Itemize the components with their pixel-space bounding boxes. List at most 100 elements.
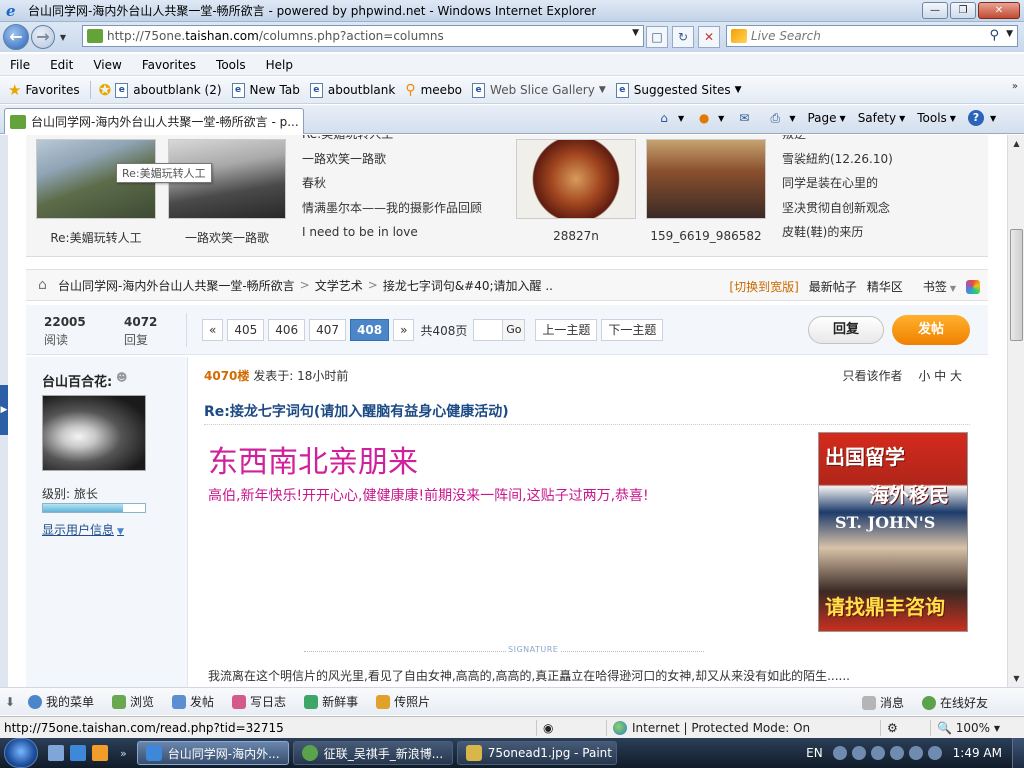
online-friends-button[interactable]: 在线好友 [921, 694, 988, 711]
next-topic-button[interactable]: 下一主题 [601, 319, 664, 341]
fav-web-slice-gallery[interactable]: e Web Slice Gallery ▼ [472, 82, 606, 98]
home-button[interactable]: ⌂ ▼ [656, 110, 684, 126]
clock[interactable]: 1:49 AM [953, 746, 1002, 760]
help-menu[interactable]: ? ▼ [967, 110, 996, 126]
fav-suggested-sites[interactable]: e Suggested Sites ▼ [615, 82, 742, 98]
refresh-icon[interactable]: ↻ [672, 26, 694, 48]
new-post-shortcut[interactable]: 发帖 [172, 693, 214, 710]
menu-view[interactable]: View [83, 58, 131, 72]
maximize-button[interactable]: ❐ [950, 2, 976, 19]
search-icon[interactable]: ⚲ [989, 28, 999, 43]
latest-posts-link[interactable]: 最新帖子 [809, 278, 857, 295]
read-mail-button[interactable]: ✉ [736, 110, 755, 126]
gallery-caption-4[interactable]: 159_6619_986582 [646, 229, 766, 243]
favorites-button[interactable]: Favorites [25, 83, 79, 97]
gallery-list-item[interactable]: 春秋 [302, 171, 482, 196]
minimize-button[interactable]: — [922, 2, 948, 19]
back-button[interactable]: ← [3, 24, 29, 50]
scroll-thumb[interactable] [1010, 229, 1023, 341]
scroll-up-icon[interactable]: ▲ [1008, 135, 1024, 152]
pager-page[interactable]: 406 [268, 319, 306, 341]
menu-edit[interactable]: Edit [40, 58, 83, 72]
address-dropdown-icon[interactable]: ▼ [632, 28, 639, 38]
bookmark-menu[interactable]: 书签 ▼ [913, 278, 956, 295]
feeds-button[interactable]: ● ▼ [696, 110, 724, 126]
safety-menu[interactable]: Safety ▼ [858, 111, 906, 125]
go-button[interactable]: Go [503, 319, 526, 341]
pager-next[interactable]: » [393, 319, 415, 341]
pager-page[interactable]: 407 [309, 319, 347, 341]
zoom-control[interactable]: 🔍 100% ▼ [930, 720, 1020, 736]
tray-icon[interactable] [832, 746, 847, 760]
pager-page[interactable]: 405 [227, 319, 265, 341]
prev-topic-button[interactable]: 上一主题 [535, 319, 598, 341]
media-player-icon[interactable] [92, 745, 108, 761]
gallery-caption-2[interactable]: 一路欢笑一路歌 [168, 229, 286, 246]
gallery-list-item[interactable]: Re:美媚玩转人工 [302, 135, 482, 147]
gallery-caption-3[interactable]: 28827n [516, 229, 636, 243]
quicklaunch-more-icon[interactable]: » [120, 747, 127, 760]
network-icon[interactable] [908, 746, 923, 760]
taskbar-item-paint[interactable]: 75onead1.jpg - Paint [456, 741, 617, 765]
gallery-photo-3[interactable] [516, 139, 636, 219]
privacy-icon[interactable]: ◉ [536, 720, 606, 736]
write-diary-button[interactable]: 写日志 [232, 693, 286, 710]
gallery-caption-1[interactable]: Re:美媚玩转人工 [36, 229, 156, 246]
close-window-button[interactable]: ✕ [978, 2, 1020, 19]
gallery-list-item[interactable]: 同学是装在心里的 [782, 171, 893, 196]
menu-tools[interactable]: Tools [206, 58, 256, 72]
tray-icon[interactable] [851, 746, 866, 760]
download-icon[interactable]: ⬇ [0, 695, 20, 709]
font-size-links[interactable]: 小 中 大 [918, 369, 962, 383]
breadcrumb-item-site[interactable]: 台山同学网-海内外台山人共聚一堂-畅所欲言 [58, 277, 295, 294]
recent-pages-chevron-icon[interactable]: ▼ [57, 33, 69, 42]
my-menu-button[interactable]: 我的菜单 [28, 693, 94, 710]
theme-color-icon[interactable] [966, 279, 980, 294]
fav-aboutblank[interactable]: e aboutblank [309, 82, 395, 98]
browser-tab[interactable]: 台山同学网-海内外台山人共聚一堂-畅所欲言 - p... [4, 108, 304, 134]
sidebar-toggle-icon[interactable]: ▶ [0, 385, 8, 435]
gallery-list-item[interactable]: 皮鞋(鞋)的来历 [782, 220, 893, 245]
fav-aboutblank-2[interactable]: e aboutblank (2) [115, 82, 222, 98]
breadcrumb-item-thread[interactable]: 接龙七字词句&#40;请加入醒 .. [383, 277, 553, 294]
forward-button[interactable]: → [31, 25, 55, 49]
scroll-down-icon[interactable]: ▼ [1008, 670, 1024, 687]
gallery-list-item[interactable]: 情满墨尔本——我的摄影作品回顾 [302, 196, 482, 221]
security-zone[interactable]: Internet | Protected Mode: On [606, 720, 876, 736]
language-indicator[interactable]: EN [806, 746, 823, 760]
reply-button[interactable]: 回复 [808, 316, 884, 344]
ad-banner[interactable]: 出国留学 海外移民 ST. JOHN'S 请找鼎丰咨询 [818, 432, 968, 632]
search-box[interactable]: Live Search ⚲ ▼ [726, 25, 1018, 47]
taskbar-item-ie[interactable]: 台山同学网-海内外... [136, 741, 289, 765]
menu-file[interactable]: File [0, 58, 40, 72]
ie-quicklaunch-icon[interactable] [70, 745, 86, 761]
vertical-scrollbar[interactable]: ▲ ▼ [1007, 135, 1024, 687]
protected-mode-icon[interactable]: ⚙ [880, 720, 928, 736]
upload-photo-button[interactable]: 传照片 [376, 693, 430, 710]
gallery-list-item[interactable]: 一路欢笑一路歌 [302, 147, 482, 172]
fav-new-tab[interactable]: e New Tab [231, 82, 300, 98]
avatar[interactable] [42, 395, 146, 471]
menu-favorites[interactable]: Favorites [132, 58, 206, 72]
page-number-input[interactable] [473, 319, 504, 341]
taskbar-item-blog[interactable]: 征联_吴祺手_新浪博... [292, 741, 453, 765]
messages-button[interactable]: 消息 [861, 694, 904, 711]
show-user-info-link[interactable]: 显示用户信息 ▼ [42, 521, 124, 538]
menu-help[interactable]: Help [256, 58, 303, 72]
volume-icon[interactable] [927, 746, 942, 760]
add-favorites-icon[interactable]: ✪ [99, 81, 112, 99]
search-options-icon[interactable]: ▼ [1006, 29, 1013, 39]
address-bar[interactable]: http://75one.taishan.com/columns.php?act… [82, 25, 644, 47]
news-feed-button[interactable]: 新鲜事 [304, 693, 358, 710]
tray-icon[interactable] [870, 746, 885, 760]
show-desktop-icon[interactable] [48, 745, 64, 761]
digest-link[interactable]: 精华区 [867, 278, 903, 295]
stop-icon[interactable]: ✕ [698, 26, 720, 48]
address-url[interactable]: http://75one.taishan.com/columns.php?act… [107, 29, 444, 43]
compatibility-view-icon[interactable]: □ [646, 26, 668, 48]
author-only-link[interactable]: 只看该作者 [843, 369, 903, 383]
gallery-list-item[interactable]: 坚决贯彻自创新观念 [782, 196, 893, 221]
page-menu[interactable]: Page ▼ [807, 111, 845, 125]
browse-button[interactable]: 浏览 [112, 693, 154, 710]
tools-menu[interactable]: Tools ▼ [917, 111, 956, 125]
